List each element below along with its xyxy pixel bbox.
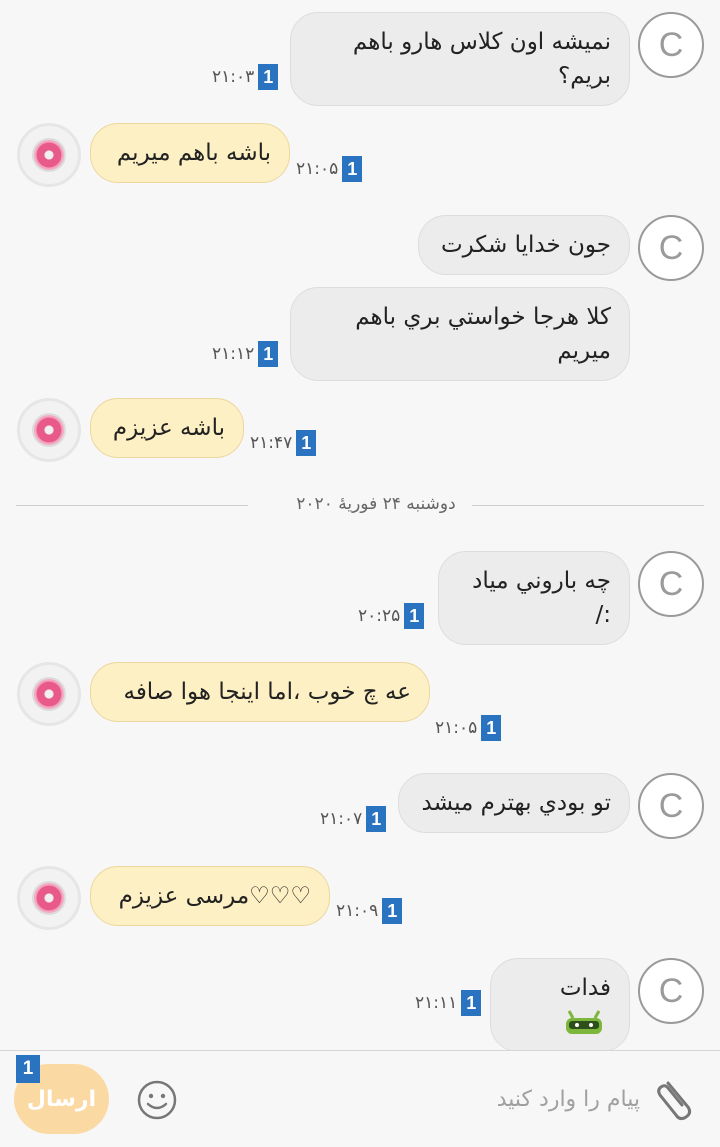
unread-count-badge: 1 (296, 430, 317, 456)
message-time: ۲۱:۰۹ (336, 901, 379, 921)
self-avatar[interactable] (17, 398, 81, 462)
donut-icon (34, 140, 64, 170)
self-avatar[interactable] (17, 866, 81, 930)
message-bubble-incoming[interactable]: کلا هرجا خواستي بري باهم میریم (290, 287, 630, 381)
message-bubble-incoming[interactable]: نمیشه اون کلاس هارو باهم بریم؟ (290, 12, 630, 106)
robot-sticker-icon (566, 1009, 602, 1034)
message-time: ۲۱:۰۳ (212, 67, 255, 87)
message-meta: ۲۰:۲۵ 1 (358, 603, 425, 629)
message-text: تو بودي بهترم میشد (421, 790, 611, 816)
message-bubble-incoming[interactable]: چه باروني مياد :/ (438, 551, 630, 645)
message-time: ۲۱:۱۲ (212, 344, 255, 364)
contact-avatar[interactable]: C (638, 958, 704, 1024)
chat-messages: C نمیشه اون کلاس هارو باهم بریم؟ ۲۱:۰۳ 1… (0, 0, 720, 1052)
contact-avatar[interactable]: C (638, 215, 704, 281)
composer-bar: ارسال 1 (0, 1050, 720, 1147)
donut-icon (34, 415, 64, 445)
message-bubble-outgoing[interactable]: ♡♡♡مرسی عزیزم (90, 866, 330, 926)
message-bubble-incoming[interactable]: تو بودي بهترم میشد (398, 773, 630, 833)
message-bubble-incoming[interactable]: فدات (490, 958, 630, 1052)
unread-count-badge: 1 (461, 990, 482, 1016)
message-text: نمیشه اون کلاس هارو باهم بریم؟ (352, 29, 611, 89)
send-count-badge: 1 (16, 1055, 40, 1083)
avatar-letter: C (658, 786, 684, 825)
message-text: باشه باهم میریم (116, 140, 271, 166)
message-meta: ۲۱:۱۱ 1 (415, 990, 482, 1016)
unread-count-badge: 1 (258, 341, 279, 367)
unread-count-badge: 1 (366, 806, 387, 832)
message-bubble-outgoing[interactable]: باشه عزیزم (90, 398, 244, 458)
message-text: عه چ خوب ،اما اینجا هوا صافه (123, 679, 411, 705)
message-text: جون خدایا شکرت (440, 232, 611, 258)
message-bubble-outgoing[interactable]: عه چ خوب ،اما اینجا هوا صافه (90, 662, 430, 722)
divider-line (16, 505, 248, 506)
message-bubble-incoming[interactable]: جون خدایا شکرت (418, 215, 630, 275)
message-text: ♡♡♡مرسی عزیزم (118, 883, 311, 909)
send-button-label: ارسال (26, 1086, 97, 1112)
avatar-letter: C (658, 971, 684, 1010)
message-time: ۲۱:۱۱ (415, 993, 458, 1013)
message-time: ۲۱:۰۵ (435, 718, 478, 738)
contact-avatar[interactable]: C (638, 773, 704, 839)
donut-icon (34, 883, 64, 913)
message-time: ۲۱:۰۷ (320, 809, 363, 829)
date-divider: دوشنبه ۲۴ فوریهٔ ۲۰۲۰ (16, 494, 704, 518)
message-text: کلا هرجا خواستي بري باهم میریم (355, 304, 611, 364)
divider-line (472, 505, 704, 506)
unread-count-badge: 1 (342, 156, 363, 182)
avatar-letter: C (658, 564, 684, 603)
message-bubble-outgoing[interactable]: باشه باهم میریم (90, 123, 290, 183)
self-avatar[interactable] (17, 662, 81, 726)
unread-count-badge: 1 (382, 898, 403, 924)
message-text: چه باروني مياد :/ (472, 568, 611, 628)
unread-count-badge: 1 (258, 64, 279, 90)
message-input[interactable] (200, 1073, 640, 1125)
message-meta: ۲۱:۰۵ 1 (296, 156, 363, 182)
message-text: فدات (559, 975, 611, 1001)
avatar-letter: C (658, 228, 684, 267)
donut-icon (34, 679, 64, 709)
message-meta: ۲۱:۰۳ 1 (212, 64, 279, 90)
message-text: باشه عزیزم (112, 415, 225, 441)
self-avatar[interactable] (17, 123, 81, 187)
avatar-letter: C (658, 25, 684, 64)
message-meta: ۲۱:۴۷ 1 (250, 430, 317, 456)
message-meta: ۲۱:۰۷ 1 (320, 806, 387, 832)
message-meta: ۲۱:۱۲ 1 (212, 341, 279, 367)
message-time: ۲۰:۲۵ (358, 606, 401, 626)
message-meta: ۲۱:۰۹ 1 (336, 898, 403, 924)
unread-count-badge: 1 (404, 603, 425, 629)
smiley-icon[interactable] (136, 1079, 178, 1121)
message-meta: ۲۱:۰۵ 1 (435, 715, 502, 741)
message-time: ۲۱:۴۷ (250, 433, 293, 453)
contact-avatar[interactable]: C (638, 12, 704, 78)
contact-avatar[interactable]: C (638, 551, 704, 617)
unread-count-badge: 1 (481, 715, 502, 741)
date-divider-label: دوشنبه ۲۴ فوریهٔ ۲۰۲۰ (296, 494, 456, 514)
message-time: ۲۱:۰۵ (296, 159, 339, 179)
paperclip-icon[interactable] (652, 1073, 700, 1125)
